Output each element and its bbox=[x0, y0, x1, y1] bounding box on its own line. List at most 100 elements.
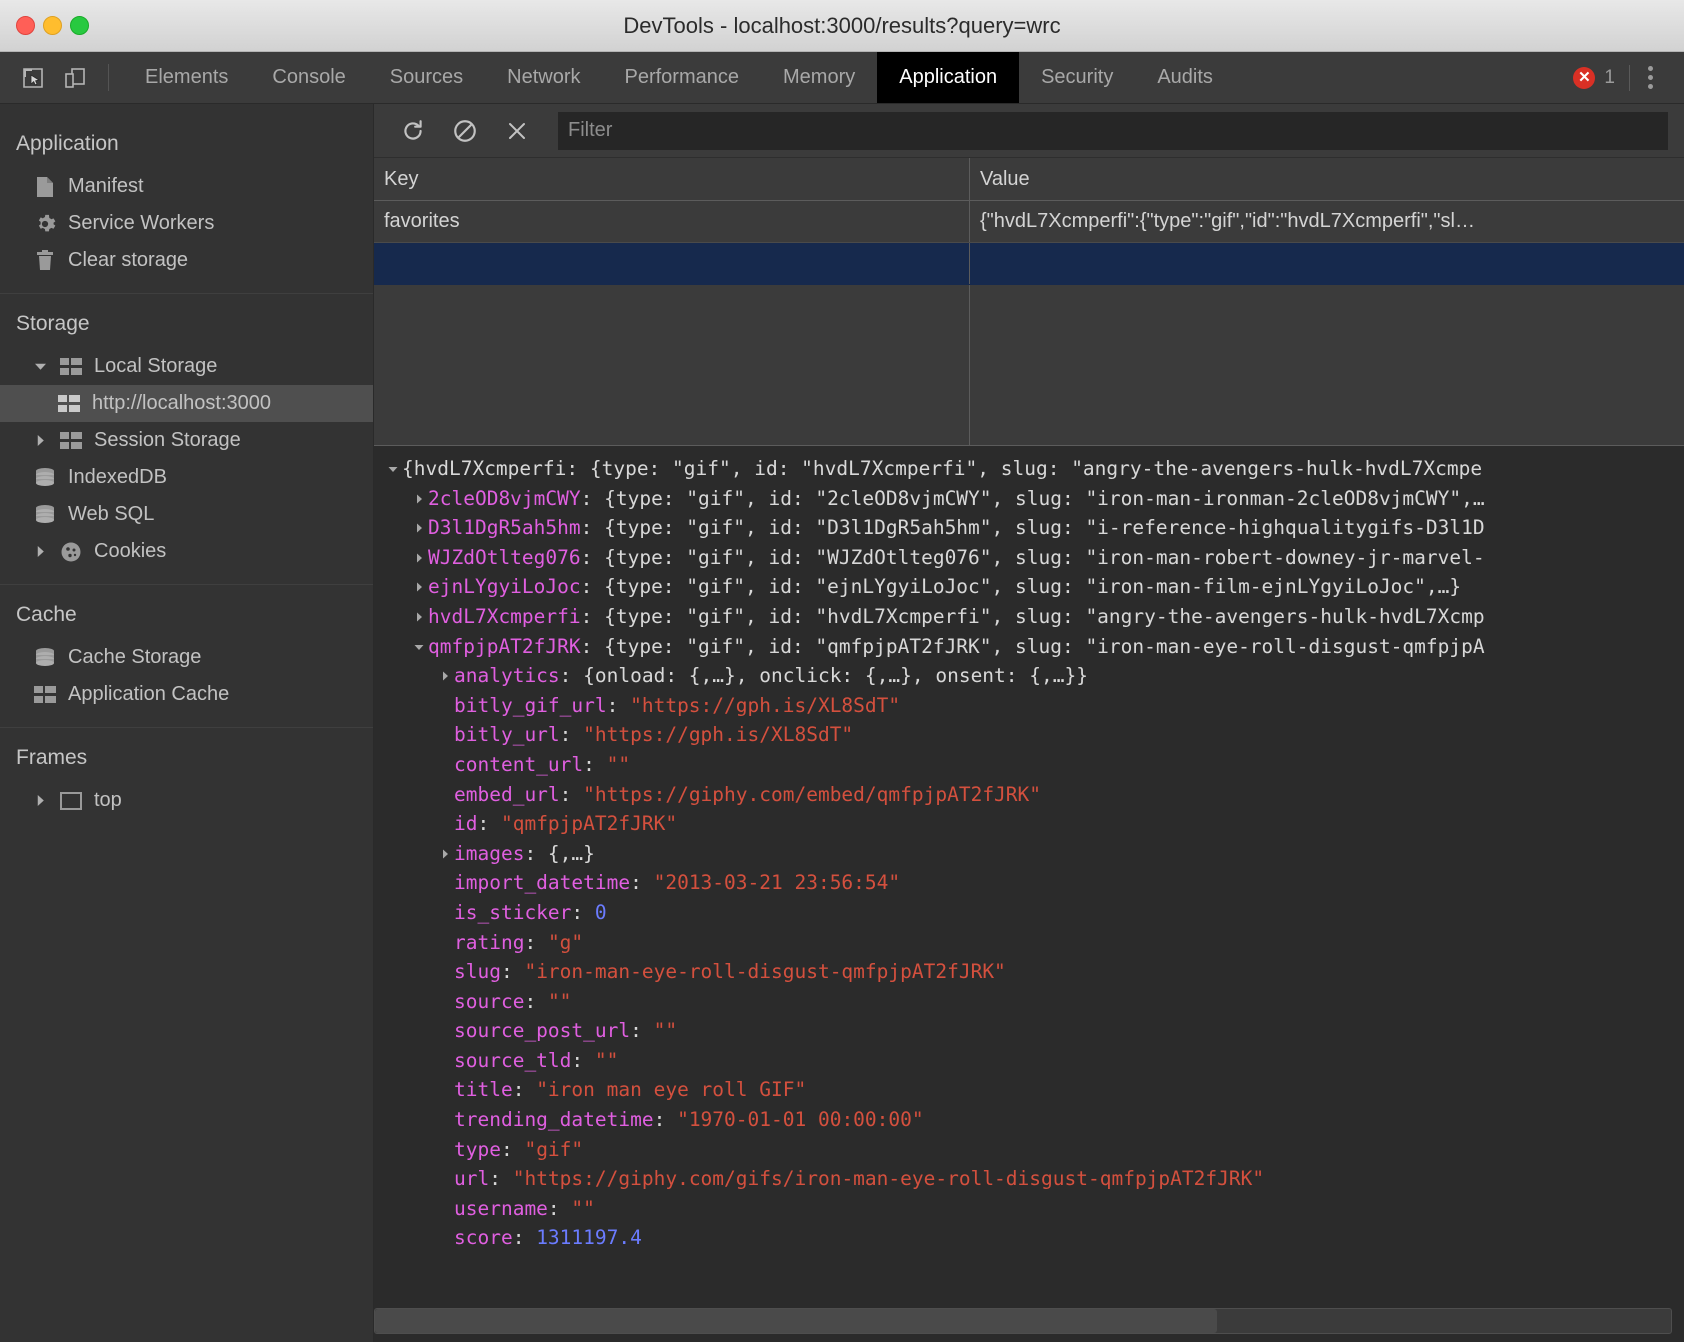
tab-bar-right: ✕ 1 bbox=[1573, 52, 1684, 103]
json-line[interactable]: {hvdL7Xcmperfi: {type: "gif", id: "hvdL7… bbox=[374, 454, 1684, 484]
sidebar-item-indexeddb[interactable]: IndexedDB bbox=[0, 459, 373, 496]
tab-console[interactable]: Console bbox=[250, 52, 367, 103]
toolbar-divider bbox=[108, 64, 109, 91]
json-line[interactable]: trending_datetime: "1970-01-01 00:00:00" bbox=[374, 1105, 1684, 1135]
chevron-down-icon[interactable] bbox=[32, 361, 48, 372]
storage-grid: Key Value favorites {"hvdL7Xcmperfi":{"t… bbox=[374, 158, 1684, 445]
json-line[interactable]: ejnLYgyiLoJoc: {type: "gif", id: "ejnLYg… bbox=[374, 572, 1684, 602]
storage-toolbar bbox=[374, 104, 1684, 158]
json-line[interactable]: D3l1DgR5ah5hm: {type: "gif", id: "D3l1Dg… bbox=[374, 513, 1684, 543]
sidebar-item-label: http://localhost:3000 bbox=[92, 392, 272, 414]
cell-key: favorites bbox=[374, 201, 970, 242]
chevron-right-icon[interactable] bbox=[32, 795, 48, 806]
json-line[interactable]: source: "" bbox=[374, 987, 1684, 1017]
chevron-right-icon[interactable] bbox=[414, 602, 428, 632]
sidebar-item-label: Cache Storage bbox=[68, 646, 202, 668]
section-title-storage: Storage bbox=[16, 312, 90, 335]
sidebar-item-cache-storage[interactable]: Cache Storage bbox=[0, 639, 373, 676]
chevron-right-icon[interactable] bbox=[414, 572, 428, 602]
error-badge[interactable]: ✕ 1 bbox=[1573, 66, 1629, 89]
json-line[interactable]: id: "qmfpjpAT2fJRK" bbox=[374, 809, 1684, 839]
error-icon: ✕ bbox=[1573, 66, 1596, 89]
json-line[interactable]: rating: "g" bbox=[374, 928, 1684, 958]
json-line[interactable]: source_tld: "" bbox=[374, 1046, 1684, 1076]
delete-selected-icon[interactable] bbox=[494, 111, 540, 151]
json-line[interactable]: qmfpjpAT2fJRK: {type: "gif", id: "qmfpjp… bbox=[374, 632, 1684, 662]
json-line[interactable]: username: "" bbox=[374, 1194, 1684, 1224]
tab-network[interactable]: Network bbox=[485, 52, 602, 103]
json-line[interactable]: embed_url: "https://giphy.com/embed/qmfp… bbox=[374, 780, 1684, 810]
tab-elements[interactable]: Elements bbox=[123, 52, 250, 103]
tab-performance[interactable]: Performance bbox=[603, 52, 762, 103]
refresh-icon[interactable] bbox=[390, 111, 436, 151]
json-line[interactable]: bitly_url: "https://gph.is/XL8SdT" bbox=[374, 720, 1684, 750]
json-line[interactable]: score: 1311197.4 bbox=[374, 1223, 1684, 1253]
json-tree: {hvdL7Xcmperfi: {type: "gif", id: "hvdL7… bbox=[374, 454, 1684, 1253]
chevron-right-icon[interactable] bbox=[440, 661, 454, 691]
zoom-button[interactable] bbox=[70, 16, 89, 35]
sidebar-item-cookies[interactable]: Cookies bbox=[0, 533, 373, 570]
devtools-window: DevTools - localhost:3000/results?query=… bbox=[0, 0, 1684, 1342]
column-header-key[interactable]: Key bbox=[374, 158, 970, 200]
json-line[interactable]: slug: "iron-man-eye-roll-disgust-qmfpjpA… bbox=[374, 957, 1684, 987]
json-line[interactable]: source_post_url: "" bbox=[374, 1016, 1684, 1046]
table-icon bbox=[32, 685, 58, 704]
tab-sources[interactable]: Sources bbox=[368, 52, 485, 103]
chevron-down-icon[interactable] bbox=[388, 454, 402, 484]
json-line[interactable]: content_url: "" bbox=[374, 750, 1684, 780]
json-line[interactable]: 2cleOD8vjmCWY: {type: "gif", id: "2cleOD… bbox=[374, 484, 1684, 514]
table-row[interactable]: favorites {"hvdL7Xcmperfi":{"type":"gif"… bbox=[374, 201, 1684, 243]
chevron-right-icon[interactable] bbox=[32, 435, 48, 446]
chevron-right-icon[interactable] bbox=[414, 543, 428, 573]
scrollbar-thumb[interactable] bbox=[375, 1309, 1218, 1333]
minimize-button[interactable] bbox=[43, 16, 62, 35]
clear-all-icon[interactable] bbox=[442, 111, 488, 151]
json-line[interactable]: import_datetime: "2013-03-21 23:56:54" bbox=[374, 868, 1684, 898]
tab-security[interactable]: Security bbox=[1019, 52, 1135, 103]
chevron-down-icon[interactable] bbox=[414, 632, 428, 662]
json-line[interactable]: WJZdOtlteg076: {type: "gif", id: "WJZdOt… bbox=[374, 543, 1684, 573]
json-line[interactable]: title: "iron man eye roll GIF" bbox=[374, 1075, 1684, 1105]
tab-memory[interactable]: Memory bbox=[761, 52, 877, 103]
horizontal-scrollbar[interactable] bbox=[374, 1308, 1672, 1334]
table-icon bbox=[58, 431, 84, 450]
cell-key bbox=[374, 243, 970, 284]
sidebar-item-localhost-3000[interactable]: http://localhost:3000 bbox=[0, 385, 373, 422]
json-line[interactable]: analytics: {onload: {,…}, onclick: {,…},… bbox=[374, 661, 1684, 691]
document-icon bbox=[32, 176, 58, 198]
tab-audits[interactable]: Audits bbox=[1135, 52, 1235, 103]
json-line[interactable]: url: "https://giphy.com/gifs/iron-man-ey… bbox=[374, 1164, 1684, 1194]
sidebar-item-session-storage[interactable]: Session Storage bbox=[0, 422, 373, 459]
filter-input[interactable] bbox=[558, 111, 1668, 150]
sidebar-item-manifest[interactable]: Manifest bbox=[0, 168, 373, 205]
sidebar-item-label: Manifest bbox=[68, 175, 144, 197]
close-button[interactable] bbox=[16, 16, 35, 35]
json-line[interactable]: hvdL7Xcmperfi: {type: "gif", id: "hvdL7X… bbox=[374, 602, 1684, 632]
tab-application[interactable]: Application bbox=[877, 52, 1020, 103]
chevron-right-icon[interactable] bbox=[440, 839, 454, 869]
sidebar-item-web-sql[interactable]: Web SQL bbox=[0, 496, 373, 533]
table-row[interactable] bbox=[374, 243, 1684, 285]
sidebar-item-clear-storage[interactable]: Clear storage bbox=[0, 242, 373, 279]
chevron-right-icon[interactable] bbox=[414, 513, 428, 543]
chevron-right-icon[interactable] bbox=[32, 546, 48, 557]
json-line[interactable]: bitly_gif_url: "https://gph.is/XL8SdT" bbox=[374, 691, 1684, 721]
chevron-right-icon[interactable] bbox=[414, 484, 428, 514]
json-line[interactable]: type: "gif" bbox=[374, 1135, 1684, 1165]
sidebar-item-top-frame[interactable]: top bbox=[0, 782, 373, 819]
window-title: DevTools - localhost:3000/results?query=… bbox=[623, 12, 1061, 38]
sidebar-item-local-storage[interactable]: Local Storage bbox=[0, 348, 373, 385]
more-options-icon[interactable] bbox=[1630, 66, 1670, 89]
sidebar-item-label: Clear storage bbox=[68, 249, 189, 271]
device-toolbar-icon[interactable] bbox=[54, 52, 96, 103]
json-line[interactable]: is_sticker: 0 bbox=[374, 898, 1684, 928]
inspect-element-icon[interactable] bbox=[12, 52, 54, 103]
storage-panel: Key Value favorites {"hvdL7Xcmperfi":{"t… bbox=[374, 104, 1684, 1342]
column-header-value[interactable]: Value bbox=[970, 158, 1684, 200]
sidebar-section-application: Application Manifest Service Workers Cle… bbox=[0, 114, 373, 294]
section-title-frames: Frames bbox=[16, 746, 88, 769]
sidebar-item-service-workers[interactable]: Service Workers bbox=[0, 205, 373, 242]
sidebar-item-application-cache[interactable]: Application Cache bbox=[0, 676, 373, 713]
json-line[interactable]: images: {,…} bbox=[374, 839, 1684, 869]
sidebar-item-label: Service Workers bbox=[68, 212, 215, 234]
